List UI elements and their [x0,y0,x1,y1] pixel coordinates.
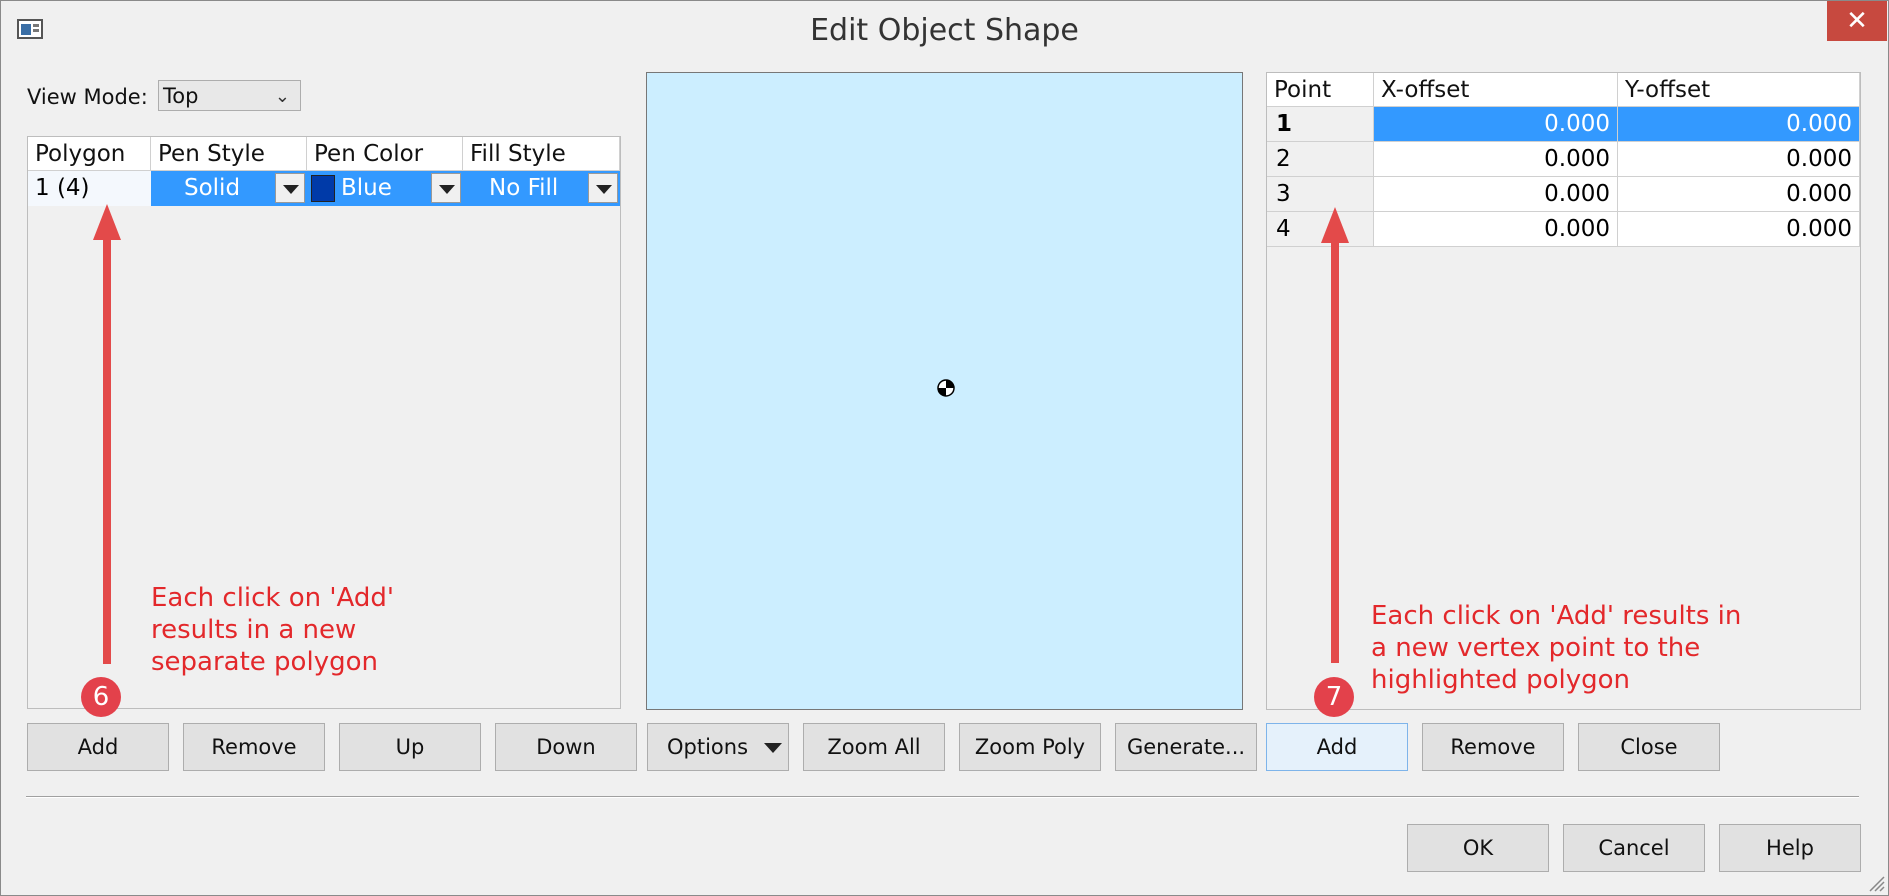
annotation-left: Each click on 'Add' results in a new sep… [151,583,395,677]
origin-marker-icon [937,379,955,397]
dropdown-arrow-icon[interactable] [275,173,305,203]
pen-style-dropdown[interactable]: Solid [151,171,307,206]
pen-color-dropdown[interactable]: Blue [307,171,463,206]
add-polygon-button[interactable]: Add [27,723,169,771]
table-row[interactable]: 2 0.000 0.000 [1267,142,1860,177]
header-x-offset[interactable]: X-offset [1374,73,1618,107]
close-button[interactable]: Close [1578,723,1720,771]
header-pen-style[interactable]: Pen Style [151,137,307,171]
y-offset-cell[interactable]: 0.000 [1618,142,1860,177]
shape-preview-canvas[interactable] [646,72,1243,710]
y-offset-cell[interactable]: 0.000 [1618,107,1860,142]
options-button[interactable]: Options [647,723,789,771]
remove-polygon-button[interactable]: Remove [183,723,325,771]
close-window-button[interactable]: ✕ [1827,1,1887,41]
zoom-poly-button[interactable]: Zoom Poly [959,723,1101,771]
polygon-cell[interactable]: 1 (4) [28,171,151,206]
up-button[interactable]: Up [339,723,481,771]
point-number: 1 [1267,107,1374,142]
cancel-button[interactable]: Cancel [1563,824,1705,872]
x-offset-cell[interactable]: 0.000 [1374,107,1618,142]
pen-color-swatch [311,175,335,202]
pen-color-value: Blue [341,175,392,201]
step-badge-7: 7 [1314,677,1354,717]
help-button[interactable]: Help [1719,824,1861,872]
view-mode-select[interactable]: Top ⌄ [158,80,301,111]
generate-button[interactable]: Generate... [1115,723,1257,771]
ok-button[interactable]: OK [1407,824,1549,872]
remove-point-button[interactable]: Remove [1422,723,1564,771]
header-point[interactable]: Point [1267,73,1374,107]
header-polygon[interactable]: Polygon [28,137,151,171]
table-row[interactable]: 3 0.000 0.000 [1267,177,1860,212]
up-arrow-annotation [93,204,121,664]
caret-down-icon [764,743,782,753]
x-offset-cell[interactable]: 0.000 [1374,212,1618,247]
table-row[interactable]: 4 0.000 0.000 [1267,212,1860,247]
edit-object-shape-dialog: Edit Object Shape ✕ View Mode: Top ⌄ Pol… [0,0,1889,896]
header-pen-color[interactable]: Pen Color [307,137,463,171]
down-button[interactable]: Down [495,723,637,771]
step-badge-6: 6 [81,677,121,717]
title-bar: Edit Object Shape ✕ [1,1,1888,59]
table-row[interactable]: 1 0.000 0.000 [1267,107,1860,142]
header-fill-style[interactable]: Fill Style [463,137,620,171]
y-offset-cell[interactable]: 0.000 [1618,177,1860,212]
divider [26,796,1859,798]
add-point-button[interactable]: Add [1266,723,1408,771]
y-offset-cell[interactable]: 0.000 [1618,212,1860,247]
view-mode-label: View Mode: [27,85,148,109]
zoom-all-button[interactable]: Zoom All [803,723,945,771]
annotation-right: Each click on 'Add' results in a new ver… [1371,601,1742,695]
pen-style-value: Solid [184,175,241,201]
point-number: 2 [1267,142,1374,177]
fill-style-dropdown[interactable]: No Fill [463,171,620,206]
window-title: Edit Object Shape [810,13,1079,48]
options-label: Options [667,735,749,759]
dropdown-arrow-icon[interactable] [588,173,618,203]
up-arrow-annotation [1321,207,1349,663]
view-mode-value: Top [163,84,199,108]
chevron-down-icon: ⌄ [274,86,290,107]
x-offset-cell[interactable]: 0.000 [1374,177,1618,212]
resize-grip-icon[interactable] [1865,872,1885,892]
dropdown-arrow-icon[interactable] [431,173,461,203]
fill-style-value: No Fill [489,175,559,201]
x-offset-cell[interactable]: 0.000 [1374,142,1618,177]
header-y-offset[interactable]: Y-offset [1618,73,1860,107]
